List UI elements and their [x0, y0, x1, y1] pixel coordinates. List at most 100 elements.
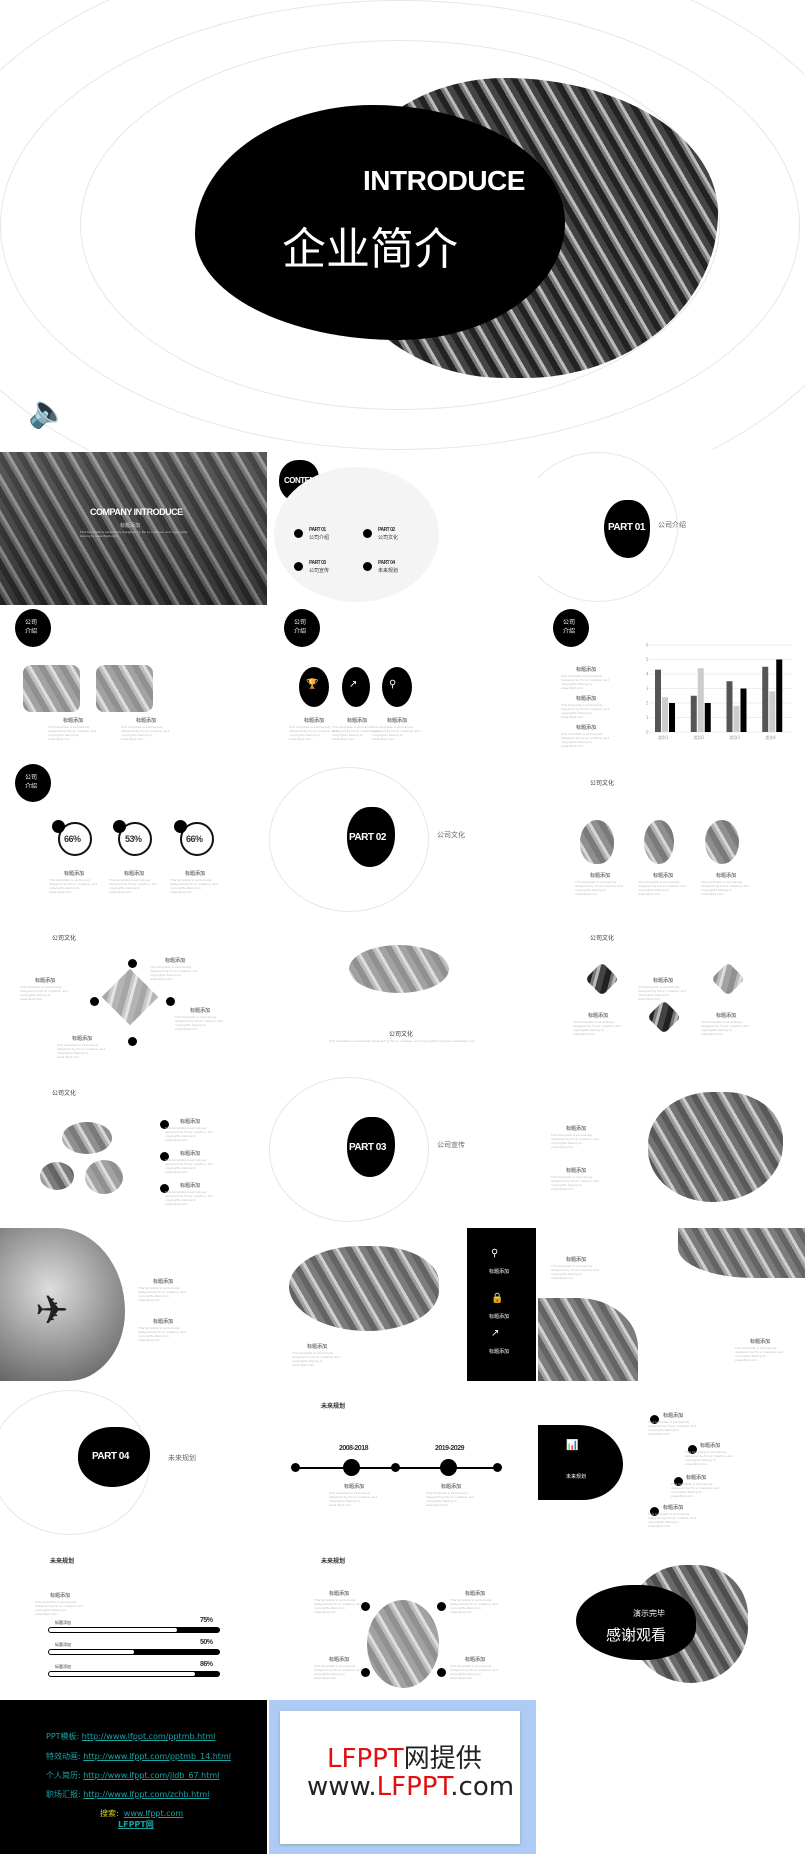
slide-future-list[interactable]: 📊 未来规划 标题添加 标题添加 标题添加 标题添加 This template…	[538, 1385, 805, 1538]
slide-part-04[interactable]: PART 04 未来规划	[0, 1385, 267, 1538]
progress-bar	[48, 1649, 220, 1655]
slide-title: COMPANY INTRODUCE	[90, 507, 183, 517]
chart-up-icon: ↗	[349, 679, 358, 690]
slide-intro-chart[interactable]: 公司介绍 标题添加 标题添加 标题添加 0 1 2 3 4 5 6 类别1 类别2 类别3 类别4 …	[538, 607, 805, 760]
slide-part-01[interactable]: PART 01 公司介绍	[538, 452, 805, 605]
slide-airplane[interactable]: ✈ 标题添加 标题添加 This template is exclusively…	[0, 1228, 267, 1381]
body-text: This template is exclusively designed by…	[121, 725, 170, 741]
bar-chart: 0 1 2 3 4 5 6 类别1 类别2 类别3 类别4	[646, 643, 793, 740]
lock-icon: 🔒	[491, 1293, 504, 1304]
search-icon: ⚲	[389, 679, 397, 690]
body-text: This template is exclusively designed by…	[20, 985, 69, 1001]
bar	[655, 669, 661, 732]
body-text: This template is exclusively designed by…	[450, 1598, 499, 1614]
body-text: This template is exclusively designed by…	[735, 1346, 784, 1362]
body-text: This template is exclusively designed by…	[165, 1190, 214, 1206]
slide-future-bars[interactable]: 未来规划 标题添加 标题添加 75% 标题添加 50% 标题添加 86% This t…	[0, 1540, 267, 1693]
bar	[690, 695, 697, 732]
body-text: This template is exclusively designed by…	[35, 1600, 84, 1616]
slide-links: PPT模板: http://www.lfppt.com/pptmb.html 特…	[0, 1700, 267, 1854]
slide-part-02[interactable]: PART 02 公司文化	[269, 762, 536, 915]
slide-promo-duo[interactable]: 标题添加 标题添加 This template is exclusively d…	[538, 1228, 805, 1381]
body-text: This template is exclusively designed by…	[150, 965, 199, 981]
body-text: This template is exclusively designed by…	[561, 732, 610, 748]
body-text: This template is exclusively designed by…	[701, 1020, 750, 1036]
body-text: This template is exclusively designed by…	[573, 1020, 622, 1036]
x-tick-label: 类别4	[765, 734, 776, 740]
chart-up-icon: ↗	[491, 1328, 500, 1339]
bar	[726, 681, 733, 732]
link-row: PPT模板: http://www.lfppt.com/pptmb.html	[46, 1732, 216, 1741]
cover-title-en: INTRODUCE	[363, 165, 525, 196]
body-text: This template is exclusively designed by…	[551, 1133, 600, 1149]
slide-culture-photos[interactable]: 公司文化 标题添加 标题添加 标题添加 This template is exc…	[538, 762, 805, 915]
y-tick-label: 6	[646, 643, 649, 648]
slide-city-photo[interactable]: ⚲ 标题添加 🔒 标题添加 ↗ 标题添加 标题添加 This template is …	[269, 1228, 536, 1381]
body-text: This template is exclusively designed by…	[450, 1664, 499, 1680]
body-text: This template is exclusively designed by…	[170, 878, 219, 894]
y-tick-label: 3	[646, 686, 649, 691]
body-text: This template is exclusively designed by…	[292, 1351, 341, 1367]
slide-promo-photo[interactable]: 标题添加 标题添加 This template is exclusively d…	[538, 1072, 805, 1225]
airplane-icon: ✈	[35, 1288, 69, 1334]
progress-bar	[48, 1627, 220, 1633]
body-text: This template is exclusively designed by…	[314, 1598, 363, 1614]
body-text: This template is exclusively designed by…	[329, 1491, 378, 1507]
x-tick-label: 类别1	[658, 734, 669, 740]
slide-thank-you[interactable]: 演示完毕 感谢观看	[538, 1540, 805, 1693]
body-text: This template is exclusively designed by…	[314, 1664, 363, 1680]
slide-culture-banner[interactable]: 公司文化 This template is exclusively design…	[269, 917, 536, 1070]
cover-slide: INTRODUCE 企业简介 🔈	[0, 0, 805, 450]
y-tick-label: 5	[646, 657, 649, 662]
slide-company-introduce[interactable]: COMPANY INTRODUCE 标题添加 This template is …	[0, 452, 267, 605]
slide-future-center[interactable]: 未来规划 标题添加 标题添加 标题添加 标题添加 This template i…	[269, 1540, 536, 1693]
bar	[740, 688, 747, 732]
body-text: This template is exclusively designed by…	[648, 1420, 697, 1436]
body-text: This template is exclusively designed by…	[57, 1043, 106, 1059]
slide-timeline[interactable]: 未来规划 2008-2018 2019-2029 标题添加 标题添加 This …	[269, 1385, 536, 1538]
slide-intro-photos[interactable]: 公司介绍 标题添加 标题添加 This template is exclusiv…	[0, 607, 267, 760]
slide-subtitle: 标题添加	[120, 523, 141, 529]
slide-culture-cluster[interactable]: 公司文化 标题添加 标题添加 标题添加 This template is exc…	[0, 1072, 267, 1225]
body-text: This template is exclusively designed by…	[575, 880, 624, 896]
y-tick-label: 1	[646, 715, 649, 720]
slide-part-03[interactable]: PART 03 公司宣传	[269, 1072, 536, 1225]
y-tick-label: 4	[646, 672, 649, 677]
link-row: 特效动画: http://www.lfppt.com/pptmb_14.html	[46, 1752, 231, 1761]
body-text: This template is exclusively designed by…	[48, 725, 97, 741]
presentation-icon: 📊	[566, 1440, 579, 1451]
bar	[669, 703, 675, 732]
body-text: This template is exclusively designed by…	[551, 1175, 600, 1191]
slide-culture-diamonds[interactable]: 公司文化 标题添加 标题添加 标题添加 This template is exc…	[538, 917, 805, 1070]
search-icon: ⚲	[491, 1248, 499, 1259]
progress-bar	[48, 1671, 220, 1677]
slide-intro-progress[interactable]: 公司介绍 66% 53% 66% 标题添加 标题添加 标题添加 This tem…	[0, 762, 267, 915]
x-tick-label: 类别2	[694, 734, 705, 740]
body-text: This template is exclusively designed by…	[426, 1491, 475, 1507]
trophy-icon: 🏆	[306, 679, 319, 690]
body-text: This template is exclusively designed by…	[372, 725, 421, 741]
slide-intro-icons[interactable]: 公司介绍 🏆 ↗ ⚲ 标题添加 标题添加 标题添加 This template …	[269, 607, 536, 760]
bar	[733, 705, 740, 732]
bar	[697, 668, 704, 732]
body-text: This template is exclusively designed by…	[109, 878, 158, 894]
bar	[762, 666, 769, 732]
body-text: This template is exclusively designed by…	[671, 1482, 720, 1498]
body-text: This template is exclusively designed by…	[165, 1126, 214, 1142]
bar	[776, 659, 783, 732]
bar	[704, 703, 711, 732]
body-text: This template is exclusively designed by…	[648, 1512, 697, 1528]
bar	[769, 691, 776, 732]
slide-culture-diamond[interactable]: 公司文化 标题添加 标题添加 标题添加 标题添加 This template i…	[0, 917, 267, 1070]
cover-title-cn: 企业简介	[282, 224, 458, 275]
body-text: This template is exclusively designed by…	[638, 880, 687, 896]
body-text: This template is exclusively designed by…	[138, 1286, 187, 1302]
body-text: This template is exclusively designed by…	[561, 674, 610, 690]
body-text: This template is exclusively designed by…	[49, 878, 98, 894]
y-tick-label: 2	[646, 701, 649, 706]
speaker-icon[interactable]: 🔈	[28, 392, 68, 430]
x-tick-label: 类别3	[730, 734, 741, 740]
body-text: This template is exclusively designed by…	[561, 703, 610, 719]
brand-line1: LFPPT网提供	[327, 1744, 482, 1774]
slide-content[interactable]: CONTENT PART 01 公司介绍 PART 02 公司文化 PART 03 公…	[269, 452, 536, 605]
